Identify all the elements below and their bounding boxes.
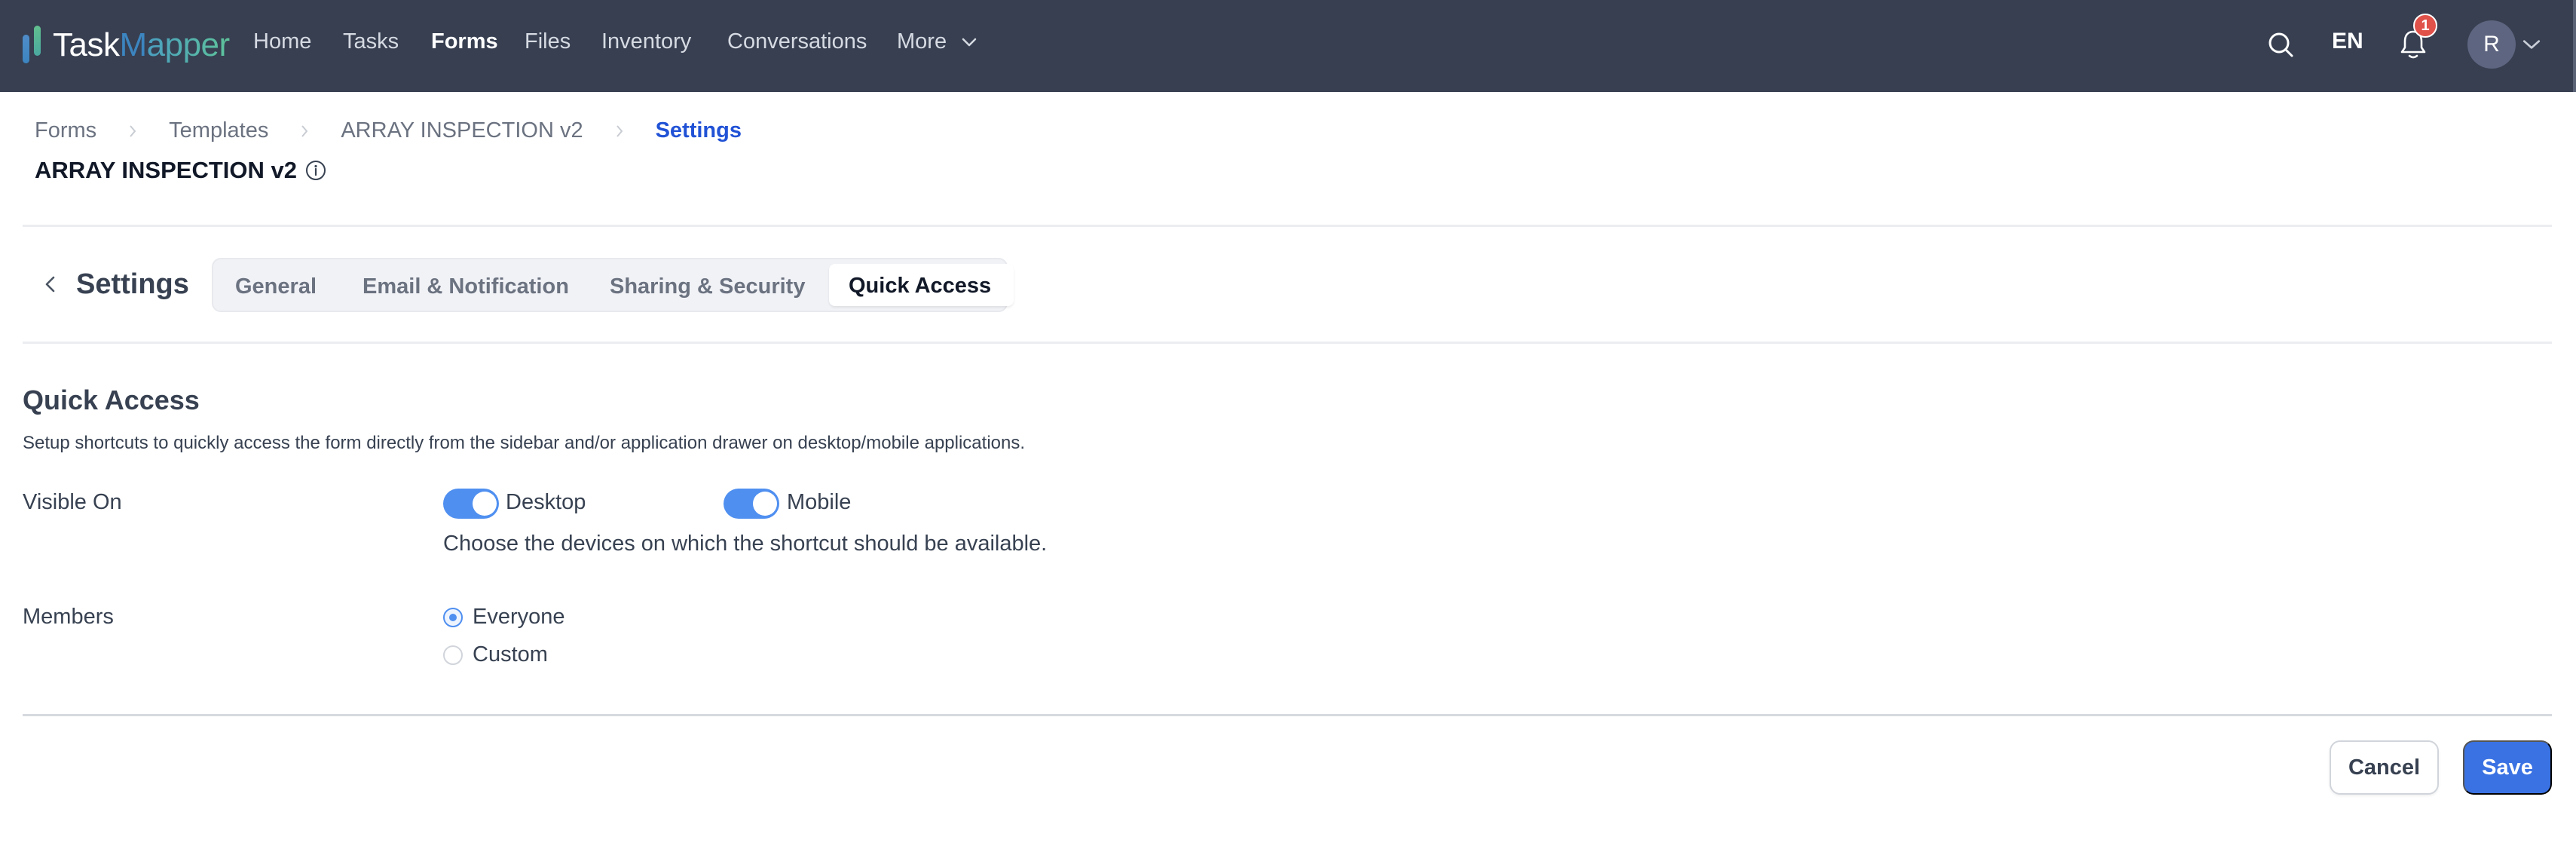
everyone-radio[interactable] — [443, 608, 463, 627]
user-menu-chevron-down-icon[interactable] — [2522, 35, 2541, 54]
tab-sharing-security[interactable]: Sharing & Security — [610, 274, 805, 299]
nav-more[interactable]: More — [897, 29, 947, 54]
toggle-knob — [473, 492, 497, 516]
footer-divider — [23, 714, 2552, 716]
toggle-knob — [753, 492, 777, 516]
chevron-right-icon — [301, 124, 308, 137]
tab-quick-access[interactable]: Quick Access — [829, 264, 1014, 306]
tab-email-notification[interactable]: Email & Notification — [363, 274, 569, 299]
tab-general[interactable]: General — [235, 274, 317, 299]
page-title-text: ARRAY INSPECTION v2 — [35, 157, 297, 183]
nav-forms[interactable]: Forms — [431, 29, 498, 54]
language-selector[interactable]: EN — [2332, 29, 2363, 54]
nav-conversations[interactable]: Conversations — [727, 29, 867, 54]
tabs-divider — [23, 342, 2552, 344]
notification-badge: 1 — [2413, 14, 2437, 38]
mobile-toggle[interactable] — [724, 489, 779, 519]
save-button[interactable]: Save — [2463, 740, 2552, 795]
visible-on-label: Visible On — [23, 490, 122, 514]
user-avatar[interactable]: R — [2467, 20, 2516, 69]
nav-inventory[interactable]: Inventory — [601, 29, 691, 54]
desktop-label: Desktop — [506, 490, 586, 514]
cancel-button[interactable]: Cancel — [2330, 740, 2439, 795]
breadcrumb-forms[interactable]: Forms — [35, 118, 96, 143]
logo-mark-icon — [21, 24, 45, 66]
visible-on-help-text: Choose the devices on which the shortcut… — [443, 532, 1048, 556]
top-navigation-bar: TaskMapper Home Tasks Forms Files Invent… — [0, 0, 2576, 92]
logo-text: TaskMapper — [53, 26, 230, 63]
breadcrumb-settings: Settings — [655, 118, 742, 142]
everyone-label[interactable]: Everyone — [473, 605, 565, 630]
back-chevron-left-icon[interactable] — [38, 271, 63, 297]
breadcrumb-templates[interactable]: Templates — [169, 118, 268, 143]
search-icon[interactable] — [2266, 30, 2295, 59]
members-label: Members — [23, 605, 114, 629]
nav-files[interactable]: Files — [525, 29, 571, 54]
scrollbar-edge — [2573, 0, 2576, 92]
settings-title: Settings — [76, 268, 189, 300]
custom-radio[interactable] — [443, 645, 463, 665]
header-divider — [23, 225, 2552, 227]
nav-tasks[interactable]: Tasks — [343, 29, 399, 54]
more-chevron-down-icon[interactable] — [960, 33, 978, 51]
breadcrumb: Forms Templates ARRAY INSPECTION v2 Sett… — [35, 118, 742, 143]
page-title: ARRAY INSPECTION v2 — [35, 157, 327, 184]
mobile-label: Mobile — [787, 490, 852, 514]
breadcrumb-template-name[interactable]: ARRAY INSPECTION v2 — [341, 118, 583, 143]
chevron-right-icon — [130, 124, 136, 137]
settings-tabs: General Email & Notification Sharing & S… — [212, 258, 1014, 312]
taskmapper-logo[interactable]: TaskMapper — [21, 23, 230, 68]
info-icon[interactable] — [304, 159, 327, 182]
custom-label[interactable]: Custom — [473, 642, 548, 667]
section-description: Setup shortcuts to quickly access the fo… — [23, 433, 1026, 453]
desktop-toggle[interactable] — [443, 489, 499, 519]
nav-home[interactable]: Home — [253, 29, 311, 54]
chevron-right-icon — [616, 124, 623, 137]
section-title: Quick Access — [23, 385, 200, 415]
